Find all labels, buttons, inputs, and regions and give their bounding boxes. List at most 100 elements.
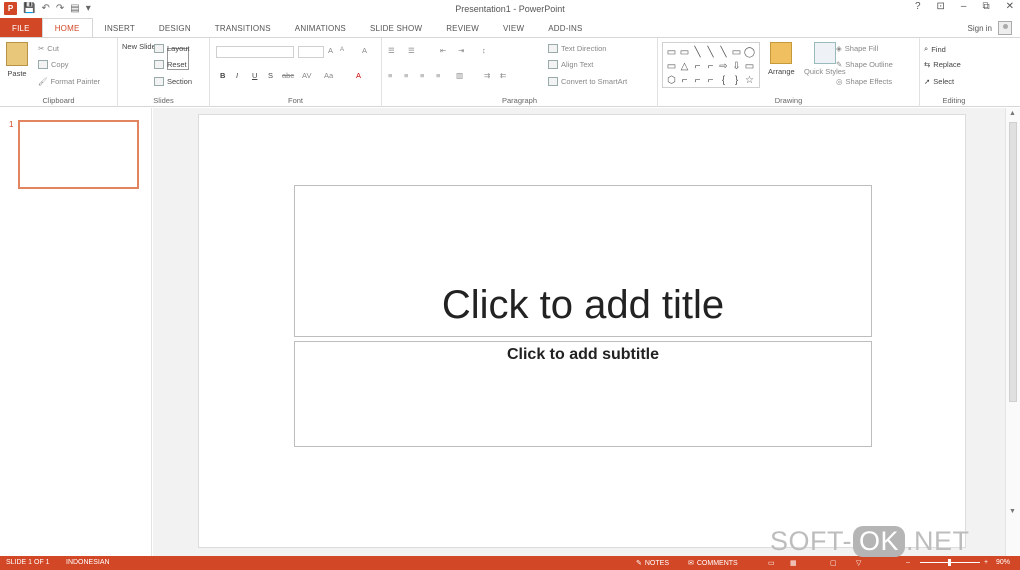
slideshow-view-icon[interactable]: ▽: [856, 559, 861, 567]
shapes-gallery[interactable]: ▭ ▭ ╲ ╲ ╲ ▭ ◯ ▭ △ ⌐ ⌐ ⇨ ⇩ ▭ ⬡ ⌐ ⌐ ⌐ { } …: [662, 42, 760, 88]
avatar-icon[interactable]: [998, 21, 1012, 35]
zoom-slider-handle[interactable]: [948, 559, 951, 566]
tab-view[interactable]: VIEW: [491, 18, 536, 38]
section-button[interactable]: Section: [154, 77, 192, 86]
shape-icon[interactable]: ⌐: [704, 73, 717, 87]
notes-button[interactable]: ✎ NOTES: [636, 559, 669, 568]
tab-review[interactable]: REVIEW: [434, 18, 491, 38]
justify-button[interactable]: ≡: [436, 71, 440, 80]
reset-button[interactable]: Reset: [154, 60, 187, 69]
scroll-down-icon[interactable]: ▼: [1009, 508, 1016, 515]
shape-icon[interactable]: }: [730, 73, 743, 87]
scrollbar-thumb[interactable]: [1009, 122, 1017, 402]
text-direction-ltr-button[interactable]: ⇉: [484, 71, 490, 80]
columns-button[interactable]: ▥: [456, 71, 463, 80]
tab-transitions[interactable]: TRANSITIONS: [203, 18, 283, 38]
vertical-scrollbar[interactable]: ▲ ▼: [1005, 108, 1020, 556]
shape-icon[interactable]: ╲: [717, 45, 730, 59]
shape-icon[interactable]: ╲: [691, 45, 704, 59]
layout-button[interactable]: Layout: [154, 44, 190, 53]
shape-icon[interactable]: ▭: [730, 45, 743, 59]
paste-button[interactable]: Paste: [6, 42, 28, 78]
shape-icon[interactable]: ⇨: [717, 59, 730, 73]
bold-button[interactable]: B: [220, 71, 225, 80]
find-button[interactable]: ⌕ Find: [924, 44, 946, 54]
replace-button[interactable]: ⇆ Replace: [924, 60, 961, 69]
tab-file[interactable]: FILE: [0, 18, 42, 38]
help-icon[interactable]: ?: [915, 1, 921, 12]
cut-button[interactable]: ✂ Cut: [38, 44, 59, 53]
close-icon[interactable]: ✕: [1006, 1, 1014, 12]
title-placeholder-text[interactable]: Click to add title: [442, 283, 724, 328]
shape-icon[interactable]: ◯: [743, 45, 756, 59]
shape-icon[interactable]: ⬡: [665, 73, 678, 87]
align-right-button[interactable]: ≡: [420, 71, 424, 80]
text-direction-rtl-button[interactable]: ⇇: [500, 71, 506, 80]
sign-in[interactable]: Sign in: [968, 21, 1012, 35]
convert-smartart-button[interactable]: Convert to SmartArt: [548, 77, 627, 86]
change-case-button[interactable]: Aa: [324, 71, 333, 80]
shape-fill-button[interactable]: ◈ Shape Fill: [836, 44, 878, 53]
minimize-icon[interactable]: –: [961, 1, 967, 12]
copy-button[interactable]: Copy: [38, 60, 69, 69]
shape-icon[interactable]: ▭: [665, 59, 678, 73]
scroll-up-icon[interactable]: ▲: [1009, 110, 1016, 117]
shape-icon[interactable]: ⌐: [691, 59, 704, 73]
grow-font-button[interactable]: A: [328, 46, 333, 55]
decrease-indent-button[interactable]: ⇤: [440, 46, 446, 55]
shape-icon[interactable]: ▭: [743, 59, 756, 73]
subtitle-placeholder-text[interactable]: Click to add subtitle: [507, 346, 659, 364]
zoom-in-icon[interactable]: +: [984, 559, 988, 566]
shape-icon[interactable]: ⇩: [730, 59, 743, 73]
new-slide-button[interactable]: New Slide: [122, 42, 189, 70]
tab-home[interactable]: HOME: [41, 18, 93, 38]
character-spacing-button[interactable]: AV: [302, 71, 311, 80]
slide-thumbnail[interactable]: [18, 120, 139, 189]
align-text-button[interactable]: Align Text: [548, 60, 593, 69]
align-left-button[interactable]: ≡: [388, 71, 392, 80]
shadow-button[interactable]: S: [268, 71, 273, 80]
ribbon-display-options-icon[interactable]: ⊡: [937, 1, 945, 12]
align-center-button[interactable]: ≡: [404, 71, 408, 80]
title-placeholder[interactable]: Click to add title: [294, 185, 872, 337]
restore-icon[interactable]: ⧉: [982, 1, 989, 12]
underline-button[interactable]: U: [252, 71, 257, 80]
line-spacing-button[interactable]: ↕: [482, 46, 486, 55]
tab-animations[interactable]: ANIMATIONS: [283, 18, 358, 38]
shape-icon[interactable]: ☆: [743, 73, 756, 87]
shape-outline-button[interactable]: ✎ Shape Outline: [836, 60, 893, 69]
slide-sorter-icon[interactable]: ▦: [790, 559, 797, 567]
shape-effects-button[interactable]: ◎ Shape Effects: [836, 77, 892, 86]
shape-icon[interactable]: ⌐: [704, 59, 717, 73]
tab-add-ins[interactable]: ADD-INS: [536, 18, 594, 38]
normal-view-icon[interactable]: ▭: [768, 559, 775, 567]
font-color-button[interactable]: A: [356, 71, 361, 80]
bullets-button[interactable]: ☰: [388, 46, 395, 55]
shape-icon[interactable]: ▭: [678, 45, 691, 59]
language-indicator[interactable]: INDONESIAN: [66, 559, 110, 566]
text-direction-button[interactable]: Text Direction: [548, 44, 606, 53]
sign-in-label[interactable]: Sign in: [968, 24, 992, 33]
shape-icon[interactable]: ▭: [665, 45, 678, 59]
arrange-button[interactable]: Arrange: [768, 42, 795, 76]
shape-icon[interactable]: ⌐: [691, 73, 704, 87]
shape-icon[interactable]: △: [678, 59, 691, 73]
reading-view-icon[interactable]: ▢: [830, 559, 837, 567]
font-size-combo[interactable]: [298, 46, 324, 58]
shape-icon[interactable]: {: [717, 73, 730, 87]
increase-indent-button[interactable]: ⇥: [458, 46, 464, 55]
format-painter-button[interactable]: 🖌 Format Painter: [38, 77, 100, 86]
tab-slide-show[interactable]: SLIDE SHOW: [358, 18, 434, 38]
zoom-level[interactable]: 90%: [996, 559, 1010, 566]
shape-icon[interactable]: ╲: [704, 45, 717, 59]
shape-icon[interactable]: ⌐: [678, 73, 691, 87]
shrink-font-button[interactable]: A: [340, 47, 344, 53]
tab-insert[interactable]: INSERT: [93, 18, 147, 38]
numbering-button[interactable]: ☰: [408, 46, 415, 55]
slide[interactable]: Click to add title Click to add subtitle: [198, 114, 966, 548]
clear-formatting-button[interactable]: A: [362, 46, 367, 55]
strikethrough-button[interactable]: abc: [282, 71, 294, 80]
select-button[interactable]: ➚ Select: [924, 77, 954, 86]
zoom-out-icon[interactable]: –: [906, 559, 910, 566]
subtitle-placeholder[interactable]: Click to add subtitle: [294, 341, 872, 447]
